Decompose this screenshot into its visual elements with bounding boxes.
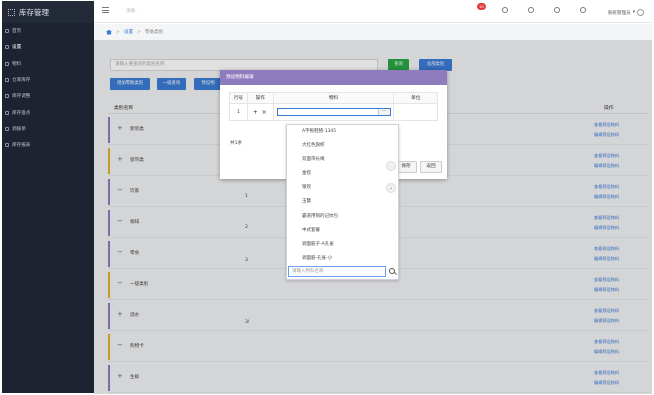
breadcrumb: > 设置 > 零备类别 (94, 24, 652, 40)
box-icon (5, 61, 9, 66)
material-cell: ··· (272, 103, 395, 121)
material-input[interactable]: ··· (276, 108, 391, 116)
sidebar-item-inventory-check[interactable]: 库存盘点 (2, 104, 94, 120)
transfer-icon (5, 126, 9, 131)
preset-material-table: 行号 操作 物料 单位 1 + × ··· (229, 92, 438, 121)
sidebar-item-settings[interactable]: 设置 (2, 39, 94, 55)
menu-icon[interactable] (102, 7, 109, 13)
topbar: 请输... 系统管理员 ▾ (94, 1, 652, 23)
dropdown-option[interactable]: 双面带长绳 (287, 153, 398, 167)
material-dropdown: A字拖鞋猪-1345 大红色旗帜 双面带长绳 金钗 银钗 玉簪 霸道用铜的记纹包… (286, 124, 399, 280)
row-index: 1 (229, 103, 248, 121)
dropdown-search-input[interactable]: 请输入物料名称 (288, 266, 386, 277)
user-name: 系统管理员 (607, 10, 631, 16)
sidebar-item-adjust[interactable]: 库存调整 (2, 88, 94, 104)
check-icon (5, 110, 9, 115)
more-icon[interactable]: ··· (377, 109, 390, 115)
sidebar-item-label: 库存调整 (12, 94, 31, 100)
dropdown-option[interactable]: 霸道用铜的记纹包 (287, 210, 398, 224)
modal-title: 预设物料编辑 (220, 70, 447, 85)
mail-icon[interactable] (580, 7, 586, 13)
bell-icon[interactable] (554, 7, 560, 13)
breadcrumb-settings[interactable]: 设置 (124, 29, 133, 35)
top-search-input[interactable]: 请输... (126, 8, 139, 14)
user-menu[interactable]: 系统管理员 ▾ (608, 9, 644, 16)
sidebar-item-label: 物料 (12, 61, 22, 67)
breadcrumb-current: 零备类别 (144, 30, 164, 35)
dropdown-option[interactable]: A字拖鞋猪-1345 (287, 125, 398, 139)
user-icon[interactable] (502, 7, 508, 13)
sidebar-item-label: 首页 (12, 29, 22, 35)
adjust-icon (5, 94, 9, 99)
sidebar: 库存管理 首页 设置 物料 仓库库存 库存调整 库存盘点 调拨单 库存报表 (2, 1, 94, 393)
sidebar-item-label: 库存盘点 (12, 110, 31, 116)
breadcrumb-separator: > (137, 29, 141, 35)
dropdown-option[interactable]: 金钗 (287, 167, 398, 181)
home-icon (5, 29, 9, 34)
app-title: 库存管理 (19, 7, 49, 17)
sidebar-item-label: 仓库库存 (12, 78, 31, 84)
dropdown-option[interactable]: 大红色旗帜 (287, 139, 398, 153)
sidebar-item-label: 设置 (12, 45, 22, 51)
notification-badge: 10 (477, 3, 486, 10)
sidebar-item-report[interactable]: 库存报表 (2, 137, 94, 153)
col-material: 物料 (272, 92, 395, 104)
add-remove-controls[interactable]: + × (246, 103, 274, 121)
col-index: 行号 (229, 92, 248, 104)
sidebar-item-label: 调拨单 (12, 126, 26, 132)
col-ops: 操作 (246, 92, 274, 104)
grid-icon[interactable] (8, 8, 15, 16)
unit-cell (393, 103, 438, 121)
gear-icon (5, 45, 9, 50)
dropdown-option[interactable]: 调面筋子-A孔雀 (287, 238, 398, 252)
back-button[interactable]: 返回 (420, 161, 442, 173)
col-unit: 单位 (393, 92, 438, 104)
chevron-down-icon: ▾ (632, 10, 635, 15)
dropdown-option[interactable]: 玉簪 (287, 195, 398, 209)
warehouse-icon (5, 78, 9, 83)
grid-icon[interactable] (528, 7, 534, 13)
dropdown-option[interactable]: 调面筋-孔雀-小 (287, 252, 398, 266)
report-icon (5, 143, 9, 148)
avatar (637, 9, 644, 16)
breadcrumb-separator: > (116, 29, 120, 35)
total-count: 共1条 (230, 141, 243, 146)
sidebar-item-label: 库存报表 (12, 143, 31, 149)
dropdown-option[interactable]: 中式套餐 (287, 224, 398, 238)
search-icon[interactable] (387, 266, 398, 277)
scroll-up-icon[interactable] (386, 161, 396, 171)
sidebar-header: 库存管理 (2, 1, 94, 23)
home-icon[interactable] (106, 29, 112, 35)
sidebar-item-home[interactable]: 首页 (2, 23, 94, 39)
top-icons (502, 7, 586, 13)
sidebar-item-stock[interactable]: 仓库库存 (2, 72, 94, 88)
sidebar-item-materials[interactable]: 物料 (2, 56, 94, 72)
sidebar-item-transfer[interactable]: 调拨单 (2, 121, 94, 137)
chevron-down-icon[interactable]: ⌄ (386, 183, 396, 193)
dropdown-option[interactable]: 银钗 (287, 181, 398, 195)
